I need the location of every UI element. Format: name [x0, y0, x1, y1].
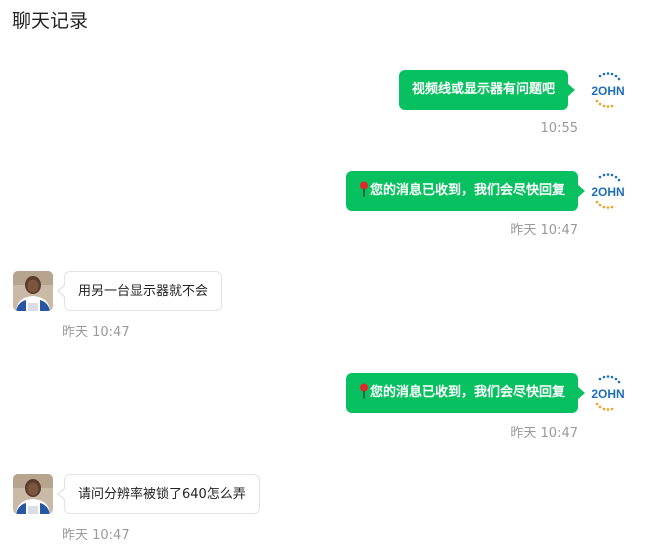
brand-avatar[interactable]: 2OHN [588, 171, 628, 211]
message-timestamp: 昨天 10:47 [510, 426, 578, 441]
brand-avatar[interactable]: 2OHN [588, 70, 628, 110]
message-timestamp: 10:55 [540, 121, 578, 136]
user-avatar-image [13, 474, 53, 514]
message-bubble-outgoing[interactable]: 您的消息已收到，我们会尽快回复 [345, 373, 586, 413]
user-avatar-image [13, 271, 53, 311]
message-bubble-incoming[interactable]: 用另一台显示器就不会 [56, 271, 223, 311]
pin-icon [359, 181, 368, 197]
brand-avatar[interactable]: 2OHN [588, 373, 628, 413]
message-text: 用另一台显示器就不会 [78, 284, 209, 299]
message-bubble-incoming[interactable]: 请问分辨率被锁了640怎么弄 [57, 474, 260, 514]
message-timestamp: 昨天 10:47 [62, 528, 130, 543]
brand-logo-text: 2OHN [591, 185, 624, 199]
pin-icon [359, 383, 368, 399]
brand-logo-text: 2OHN [591, 387, 624, 401]
message-bubble-outgoing[interactable]: 您的消息已收到，我们会尽快回复 [345, 171, 586, 211]
message-text: 请问分辨率被锁了640怎么弄 [78, 487, 246, 502]
brand-logo: 2OHN [591, 375, 625, 411]
brand-logo: 2OHN [591, 173, 625, 209]
message-text: 您的消息已收到，我们会尽快回复 [369, 183, 565, 198]
user-avatar[interactable] [13, 474, 53, 514]
message-text: 视频线或显示器有问题吧 [411, 82, 555, 97]
brand-logo: 2OHN [591, 72, 625, 108]
user-avatar[interactable] [13, 271, 53, 311]
message-bubble-outgoing[interactable]: 视频线或显示器有问题吧 [398, 70, 576, 110]
brand-logo-text: 2OHN [591, 84, 624, 98]
message-text: 您的消息已收到，我们会尽快回复 [369, 385, 565, 400]
message-timestamp: 昨天 10:47 [510, 223, 578, 238]
message-timestamp: 昨天 10:47 [62, 325, 130, 340]
page-title: 聊天记录 [12, 10, 89, 32]
